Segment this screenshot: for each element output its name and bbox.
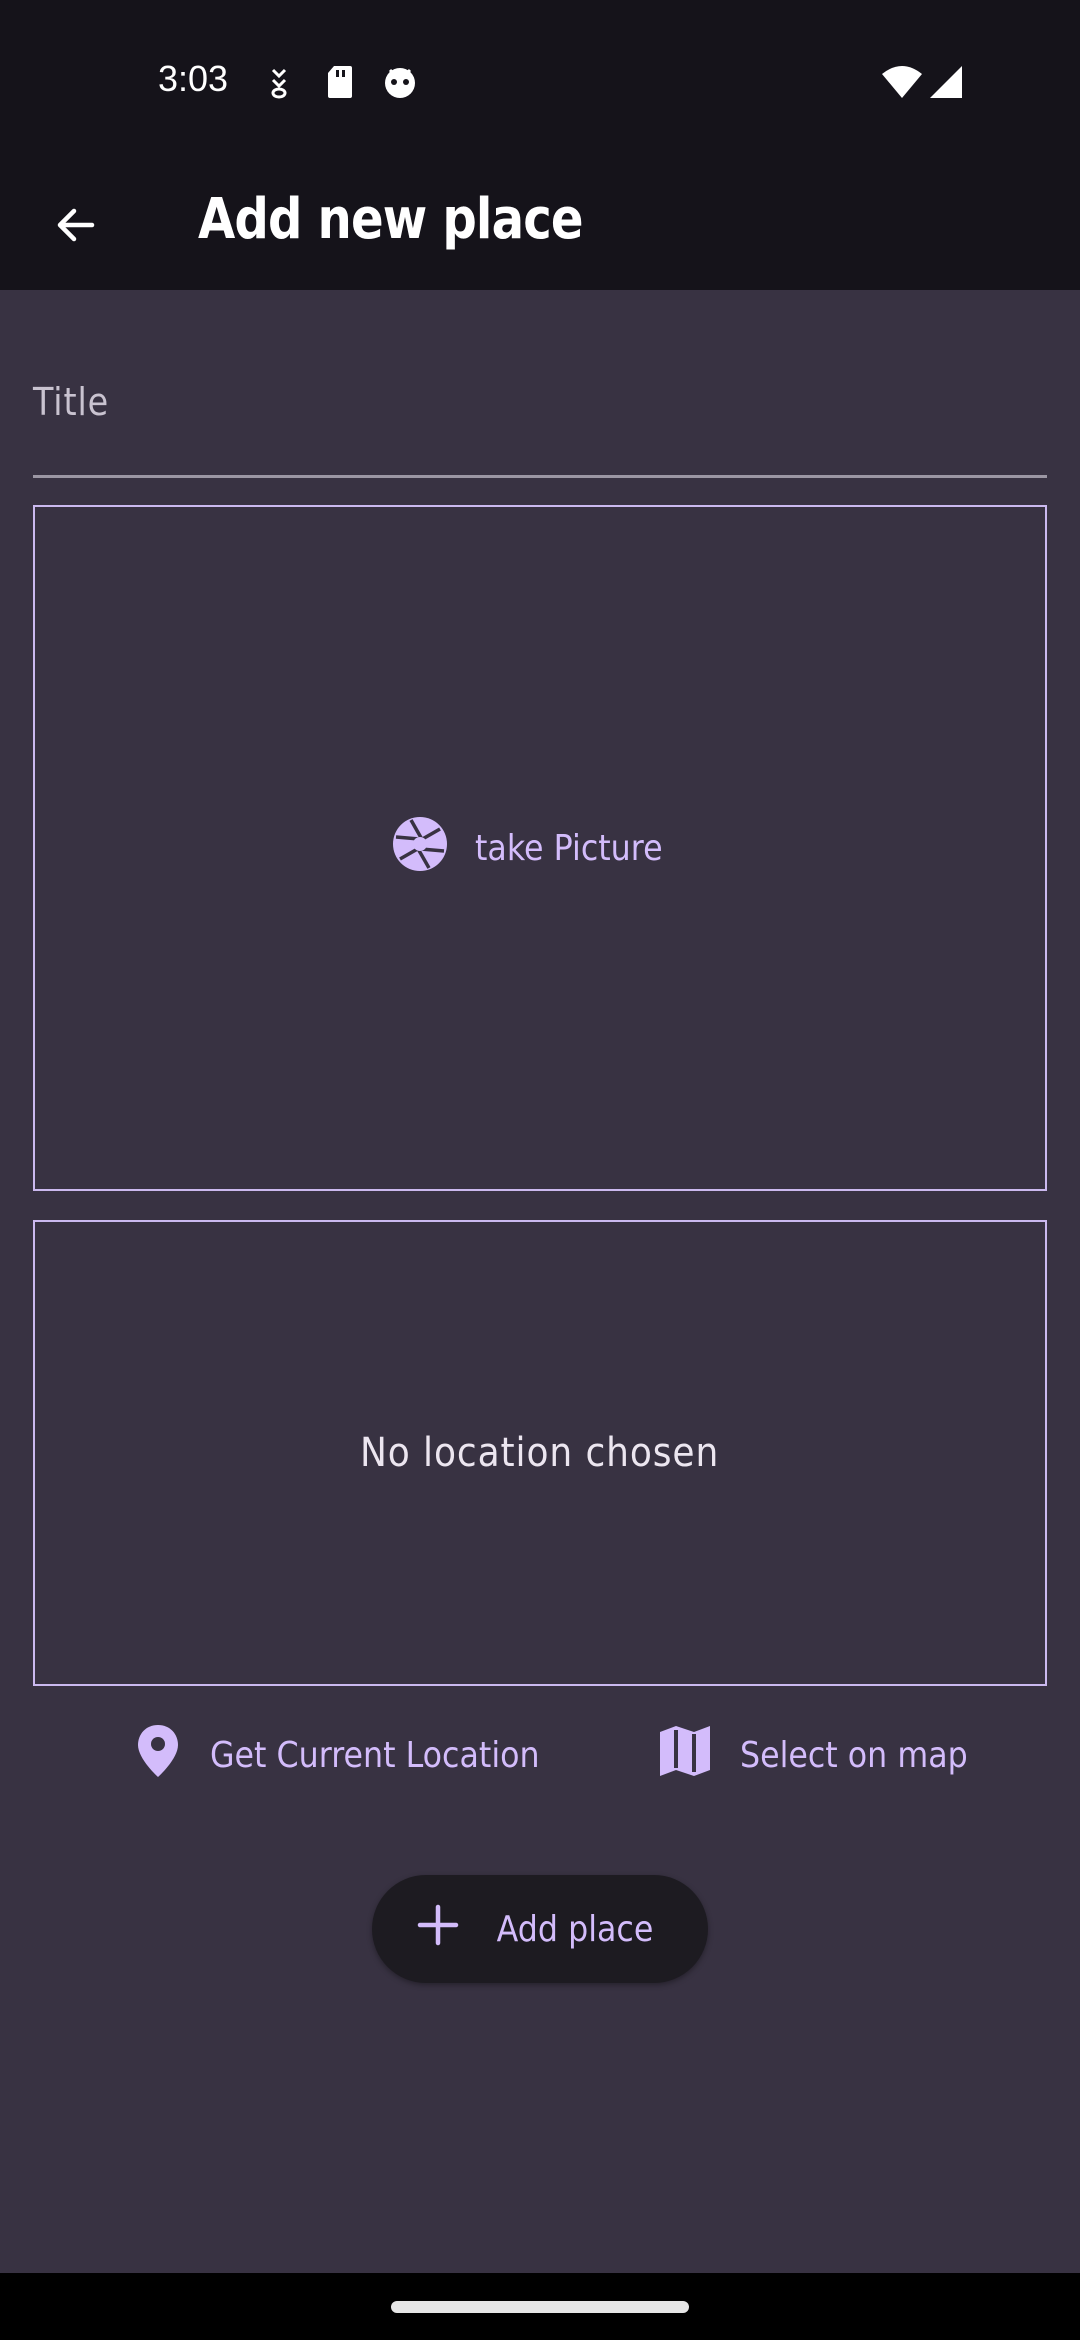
- navigation-bar: [0, 2273, 1080, 2340]
- arrow-back-icon: [52, 201, 100, 253]
- download-icon: [264, 66, 294, 104]
- status-bar: 3:03: [0, 0, 1080, 165]
- status-time: 3:03: [158, 58, 229, 99]
- add-place-label: Add place: [496, 1908, 654, 1950]
- screen: 3:03 Add new place Title take Picture No…: [0, 0, 1080, 2340]
- map-icon: [658, 1724, 712, 1787]
- get-current-location-button[interactable]: Get Current Location: [134, 1720, 585, 1790]
- location-preview-box: No location chosen: [33, 1220, 1047, 1686]
- location-pin-icon: [134, 1723, 182, 1788]
- take-picture-button[interactable]: take Picture: [391, 815, 688, 882]
- add-place-button[interactable]: Add place: [372, 1875, 708, 1983]
- plus-icon: [416, 1903, 460, 1956]
- back-button[interactable]: [36, 177, 116, 277]
- wifi-icon: [880, 64, 924, 104]
- no-location-text: No location chosen: [360, 1430, 720, 1476]
- select-on-map-button[interactable]: Select on map: [658, 1720, 999, 1790]
- page-title: Add new place: [198, 187, 584, 252]
- image-preview-box: take Picture: [33, 505, 1047, 1191]
- android-debug-icon: [382, 64, 418, 104]
- take-picture-label: take Picture: [475, 827, 663, 869]
- title-input[interactable]: Title: [33, 350, 1047, 478]
- app-bar: Add new place: [0, 165, 1080, 290]
- signal-icon: [928, 64, 964, 104]
- sd-card-icon: [326, 64, 354, 104]
- select-on-map-label: Select on map: [740, 1734, 968, 1776]
- home-gesture-handle[interactable]: [391, 2301, 689, 2313]
- camera-shutter-icon: [391, 815, 449, 882]
- get-current-location-label: Get Current Location: [210, 1734, 540, 1776]
- title-field-label: Title: [33, 380, 110, 424]
